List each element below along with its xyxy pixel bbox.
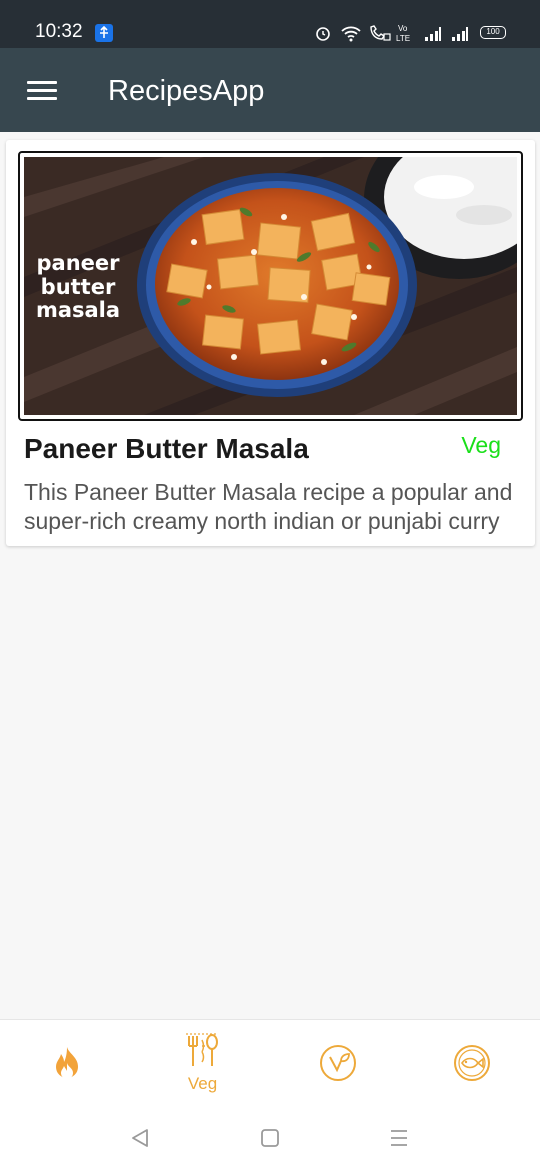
vegan-leaf-icon	[320, 1045, 356, 1081]
nav-item-nonveg[interactable]	[405, 1020, 540, 1108]
image-caption-line-3: masala	[36, 298, 120, 322]
back-icon[interactable]	[129, 1127, 151, 1149]
app-bar: RecipesApp	[0, 48, 540, 132]
veg-badge: Veg	[461, 432, 501, 458]
status-bar: 10:32 Vo LTE 100	[0, 0, 540, 48]
image-caption-line-2: butter	[41, 275, 116, 299]
app-title: RecipesApp	[108, 75, 265, 107]
signal-icon-1	[425, 27, 441, 41]
recipe-image-frame: paneer butter masala	[18, 151, 523, 421]
nav-label-veg: Veg	[187, 1074, 218, 1093]
recents-menu-icon[interactable]	[388, 1127, 410, 1149]
alarm-icon	[316, 27, 330, 41]
bottom-navigation: Veg	[0, 1019, 540, 1107]
usb-icon	[95, 24, 113, 42]
nav-item-trending[interactable]	[0, 1020, 135, 1108]
nav-item-vegan[interactable]	[270, 1020, 405, 1108]
system-navigation-bar	[0, 1107, 540, 1170]
signal-icon-2	[452, 27, 468, 41]
fish-icon	[454, 1045, 490, 1081]
fork-spoon-icon	[186, 1033, 218, 1066]
recipe-description: This Paneer Butter Masala recipe a popul…	[24, 479, 513, 534]
recipe-card[interactable]: paneer butter masala Paneer Butter Masal…	[6, 140, 535, 546]
volte-lte-icon: Vo LTE	[396, 24, 410, 43]
volte-call-icon	[370, 25, 391, 41]
recipe-title: Paneer Butter Masala	[24, 433, 309, 464]
nav-item-veg[interactable]: Veg	[135, 1020, 270, 1108]
home-icon[interactable]	[259, 1127, 281, 1149]
svg-text:Vo: Vo	[398, 24, 408, 33]
battery-icon: 100	[480, 26, 506, 39]
wifi-icon	[341, 26, 361, 42]
flame-icon	[56, 1047, 78, 1079]
svg-text:LTE: LTE	[396, 34, 410, 43]
status-time: 10:32	[35, 21, 83, 42]
recipe-image: paneer butter masala	[24, 157, 517, 415]
menu-icon[interactable]	[27, 81, 57, 101]
image-caption-line-1: paneer	[37, 251, 121, 275]
